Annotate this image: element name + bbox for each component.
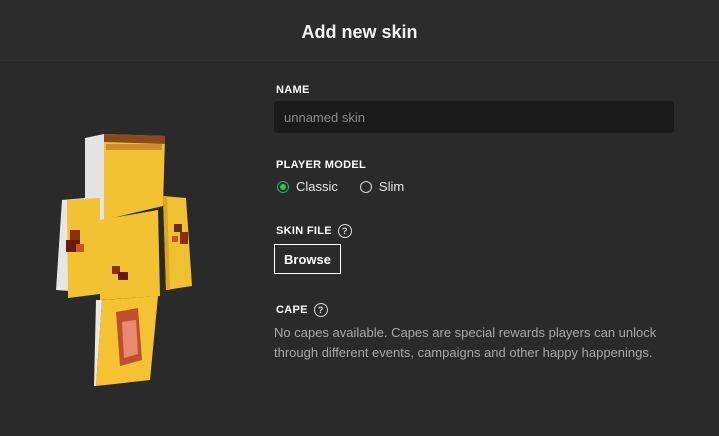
name-label: NAME [276, 84, 310, 96]
name-input[interactable] [274, 101, 674, 133]
name-label-text: NAME [276, 84, 310, 96]
player-skin-preview-icon [56, 134, 192, 386]
cape-label: CAPE ? [276, 303, 328, 317]
radio-slim-label: Slim [378, 179, 405, 194]
cape-description: No capes available. Capes are special re… [274, 325, 657, 360]
skin-file-label-text: SKIN FILE [276, 225, 332, 237]
browse-button[interactable]: Browse [274, 244, 341, 274]
player-model-label-text: PLAYER MODEL [276, 159, 366, 171]
player-model-label: PLAYER MODEL [276, 159, 366, 171]
radio-slim[interactable]: Slim [359, 179, 405, 194]
player-model-options: Classic Slim [277, 179, 404, 194]
radio-classic[interactable]: Classic [277, 179, 338, 194]
radio-unchecked-icon[interactable] [359, 180, 372, 193]
header: Add new skin [0, 0, 719, 63]
page-title: Add new skin [301, 21, 418, 42]
skin-preview[interactable] [40, 120, 210, 400]
cape-label-text: CAPE [276, 304, 308, 316]
radio-classic-label: Classic [296, 179, 338, 194]
radio-checked-icon[interactable] [277, 180, 289, 193]
help-icon[interactable]: ? [337, 224, 352, 238]
skin-file-label: SKIN FILE ? [276, 224, 352, 238]
help-icon[interactable]: ? [313, 303, 328, 317]
